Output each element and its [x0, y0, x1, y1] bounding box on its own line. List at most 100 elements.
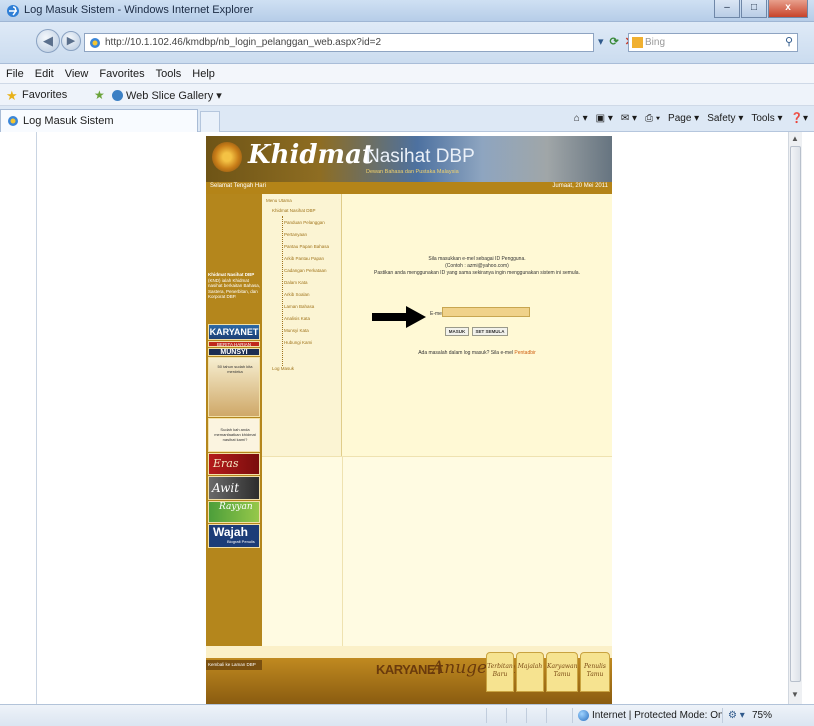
site-page: Khidmat Nasihat DBP Dewan Bahasa dan Pus…	[206, 136, 616, 704]
munsyi-cartoon-banner[interactable]: 50 tahun sudah kita merdeka	[208, 357, 260, 417]
security-zone-text[interactable]: Internet | Protected Mode: On	[592, 710, 724, 721]
tree-item-cadangan[interactable]: Cadangan Perkataan	[284, 268, 327, 273]
vertical-scrollbar[interactable]: ▲ ▼	[788, 132, 802, 704]
status-divider	[546, 708, 547, 723]
addons-icon[interactable]: ⚙ ▾	[728, 710, 745, 721]
site-banner: Khidmat Nasihat DBP Dewan Bahasa dan Pus…	[206, 136, 612, 182]
minimize-button[interactable]: –	[714, 0, 740, 18]
site-footer: Kembali ke Laman DBP KARYANET Anugerah T…	[206, 646, 612, 704]
scroll-up-icon[interactable]: ▲	[791, 134, 799, 143]
tree-item-munsyi-kata[interactable]: Munsyi Kata	[284, 328, 309, 333]
menu-bar: File Edit View Favorites Tools Help	[0, 64, 814, 84]
karyanet-promo[interactable]: KARYANET	[208, 324, 260, 340]
site-logo-emblem	[212, 142, 242, 172]
pointer-arrow-icon	[372, 306, 426, 328]
lower-content-area	[262, 456, 612, 647]
tree-item-analisis-kata[interactable]: Analisis Kata	[284, 316, 310, 321]
tree-item-arkib-pantau[interactable]: Arkib Pantau Papan	[284, 256, 324, 261]
munsyi-promo[interactable]: MUNSYI	[208, 348, 260, 356]
tab-log-masuk[interactable]: Log Masuk Sistem	[0, 109, 198, 132]
maximize-button[interactable]: □	[741, 0, 767, 18]
close-button[interactable]: x	[768, 0, 808, 18]
wajah-promo[interactable]: Wajah Biografi Penulis	[208, 524, 260, 548]
menu-help[interactable]: Help	[192, 68, 215, 80]
tree-item-log-masuk[interactable]: Log Masuk	[272, 366, 294, 371]
print-icon[interactable]: ⎙ ▾	[645, 113, 660, 124]
tree-item-menu-utama[interactable]: Menu Utama	[266, 198, 292, 203]
menu-view[interactable]: View	[65, 68, 89, 80]
footer-karyawan-tamu[interactable]: Karyawan Tamu	[546, 652, 578, 692]
awit-promo[interactable]: Awit	[208, 476, 260, 500]
tab-page-icon	[8, 116, 18, 126]
rayyan-promo[interactable]: Rayyan	[208, 501, 260, 523]
internet-zone-icon	[578, 710, 589, 721]
status-bar: Internet | Protected Mode: On ⚙ ▾ 75%	[0, 704, 814, 726]
tree-item-pertanyaan[interactable]: Pertanyaan	[284, 232, 307, 237]
favorites-button[interactable]: Favorites	[22, 89, 67, 101]
tree-item-khidmat[interactable]: Khidmat Nasihat DBP	[272, 208, 316, 213]
tree-item-panduan[interactable]: Panduan Pelanggan	[284, 220, 325, 225]
back-to-dbp-link[interactable]: Kembali ke Laman DBP	[206, 660, 262, 670]
tab-label: Log Masuk Sistem	[23, 115, 114, 127]
wajah-title: Wajah	[213, 525, 248, 539]
left-column: Khidmat Nasihat DBP (KND) ialah Khidmat …	[206, 194, 262, 694]
footer-penulis-tamu[interactable]: Penulis Tamu	[580, 652, 610, 692]
help-icon[interactable]: ❓▾	[791, 113, 808, 124]
menu-favorites[interactable]: Favorites	[99, 68, 144, 80]
home-icon[interactable]: ⌂ ▾	[574, 113, 588, 124]
menu-tools[interactable]: Tools	[156, 68, 182, 80]
search-placeholder: Bing	[645, 37, 666, 48]
tree-line	[282, 216, 283, 366]
footer-terbitan-baru[interactable]: Terbitan Baru	[486, 652, 514, 692]
tree-item-hubungi[interactable]: Hubungi Kami	[284, 340, 312, 345]
address-field[interactable]: http://10.1.102.46/kmdbp/nb_login_pelang…	[84, 33, 594, 52]
tree-item-arkib-soalan[interactable]: Arkib Soalan	[284, 292, 310, 297]
tree-item-dalam-kata[interactable]: Dalam Kata	[284, 280, 308, 285]
admin-email-link[interactable]: Pentadbir	[514, 350, 535, 356]
tree-item-pantau-papan[interactable]: Pantau Papan Bahasa	[284, 244, 329, 249]
feeds-icon[interactable]: ▣ ▾	[596, 113, 613, 124]
page-menu[interactable]: Page ▾	[668, 113, 699, 124]
logo-script: Khidmat	[248, 140, 374, 170]
menu-file[interactable]: File	[6, 68, 24, 80]
login-pane: Sila masukkan e-mel sebagai ID Pengguna.…	[342, 194, 612, 456]
menu-edit[interactable]: Edit	[35, 68, 54, 80]
tab-row: Log Masuk Sistem ⌂ ▾ ▣ ▾ ✉ ▾ ⎙ ▾ Page ▾ …	[0, 106, 814, 132]
back-button[interactable]: ◀	[36, 29, 60, 53]
zoom-level[interactable]: 75%	[752, 710, 772, 721]
mail-icon[interactable]: ✉ ▾	[621, 113, 637, 124]
bing-icon	[632, 37, 643, 48]
khidmat-cartoon-banner[interactable]: Sudah kah anda memanfaatkan khidmat nasi…	[208, 418, 260, 452]
cartoon-caption: Sudah kah anda memanfaatkan khidmat nasi…	[214, 427, 256, 442]
munsyi-subtitle: 50 tahun sudah kita merdeka	[217, 364, 253, 374]
status-divider	[486, 708, 487, 723]
dropdown-arrow-icon[interactable]: ▾	[598, 35, 604, 48]
berita-harian-promo[interactable]: BERITA HARIAN	[208, 341, 260, 347]
search-input[interactable]: Bing ⚲	[628, 33, 798, 52]
search-icon[interactable]: ⚲	[785, 34, 793, 51]
refresh-icon[interactable]: ⟳	[610, 35, 619, 48]
login-instruction-1: Sila masukkan e-mel sebagai ID Pengguna.	[428, 256, 526, 262]
scroll-down-icon[interactable]: ▼	[791, 690, 799, 699]
safety-menu[interactable]: Safety ▾	[707, 113, 743, 124]
eras-promo[interactable]: Eras	[208, 453, 260, 475]
menu-tree: Menu Utama Khidmat Nasihat DBP Panduan P…	[262, 194, 342, 456]
ie-app-icon	[7, 5, 19, 17]
login-button[interactable]: MASUK	[445, 327, 469, 336]
forward-button[interactable]: ▶	[61, 31, 81, 51]
web-slice-gallery-button[interactable]: Web Slice Gallery ▾	[126, 89, 222, 102]
login-instruction-2: (Contoh : azmi@yahoo.com)	[445, 263, 509, 269]
tree-item-laman-bahasa[interactable]: Laman Bahasa	[284, 304, 314, 309]
status-divider	[572, 708, 573, 723]
reset-button[interactable]: SET SEMULA	[472, 327, 508, 336]
scroll-thumb[interactable]	[790, 146, 801, 682]
tools-menu[interactable]: Tools ▾	[751, 113, 782, 124]
web-slice-icon	[112, 90, 123, 101]
new-tab-button[interactable]	[200, 111, 220, 132]
add-favorite-icon[interactable]: ★	[94, 88, 105, 102]
footer-majalah[interactable]: Majalah	[516, 652, 544, 692]
email-field[interactable]	[442, 307, 530, 317]
logo-rest: Nasihat DBP	[366, 146, 475, 167]
favorites-star-icon[interactable]: ★	[6, 88, 18, 104]
help-text: Ada masalah dalam log masuk? Sila e-mel	[418, 350, 515, 356]
